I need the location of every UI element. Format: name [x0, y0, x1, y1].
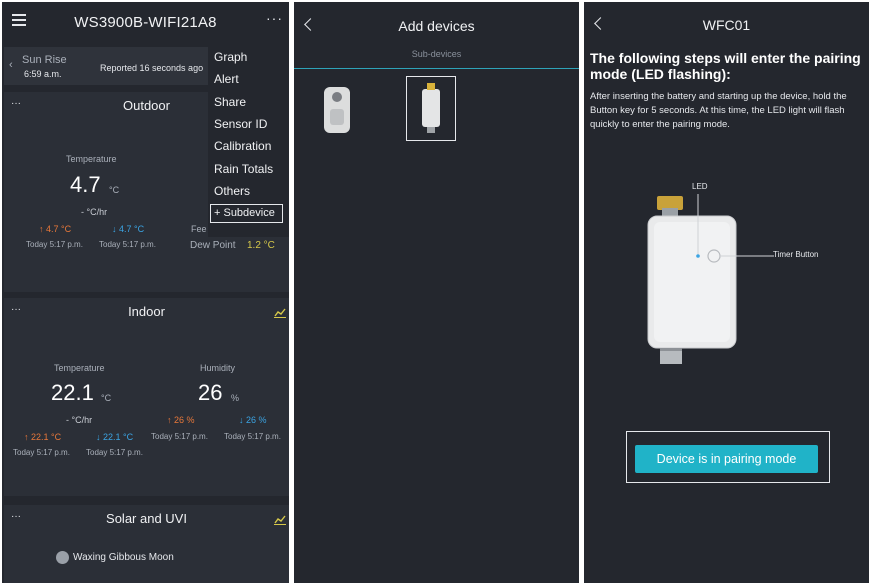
plug-device-icon[interactable]	[324, 87, 350, 133]
top-bar: WS3900B-WIFI21A8 ···	[2, 2, 289, 42]
menu-item-rain-totals[interactable]: Rain Totals	[214, 162, 273, 176]
indoor-temp-label: Temperature	[54, 363, 105, 373]
outdoor-high-time: Today 5:17 p.m.	[26, 240, 83, 249]
indoor-temp-high: ↑ 22.1 °C	[24, 432, 62, 442]
menu-item-calibration[interactable]: Calibration	[214, 139, 271, 153]
tab-underline	[294, 68, 579, 69]
indoor-low-time: Today 5:17 p.m.	[86, 448, 143, 457]
weather-station-panel: WS3900B-WIFI21A8 ··· ‹ Sun Rise 6:59 a.m…	[2, 2, 289, 583]
led-label: LED	[692, 182, 708, 191]
moon-phase-label: Waxing Gibbous Moon	[73, 552, 174, 563]
add-devices-title: Add devices	[398, 18, 475, 34]
indoor-card: ··· Indoor Temperature 22.1 °C Humidity …	[4, 298, 289, 496]
sunrise-label: Sun Rise	[22, 54, 67, 66]
outdoor-temp-label: Temperature	[66, 154, 117, 164]
valve-device-icon	[422, 83, 440, 133]
humidity-label: Humidity	[200, 363, 236, 373]
sub-devices-tab[interactable]: Sub-devices	[294, 49, 579, 59]
valve-device-illustration	[647, 194, 774, 364]
humidity-high-time: Today 5:17 p.m.	[151, 432, 208, 441]
menu-item-graph[interactable]: Graph	[214, 50, 247, 64]
outdoor-temp-unit: °C	[109, 185, 120, 195]
valve-device-tile[interactable]	[406, 76, 456, 141]
menu-item-share[interactable]: Share	[214, 95, 246, 109]
options-menu: Graph Alert Share Sensor ID Calibration …	[208, 43, 289, 237]
pairing-description: After inserting the battery and starting…	[590, 91, 847, 130]
humidity-value: 26	[198, 380, 223, 405]
indoor-high-time: Today 5:17 p.m.	[13, 448, 70, 457]
menu-item-others[interactable]: Others	[214, 184, 250, 198]
more-options-icon[interactable]: ···	[266, 10, 283, 26]
indoor-title: Indoor	[128, 304, 165, 319]
menu-item-subdevice[interactable]: + Subdevice	[210, 204, 283, 223]
humidity-low-time: Today 5:17 p.m.	[224, 432, 281, 441]
dew-point-value: 1.2 °C	[247, 240, 275, 251]
pairing-mode-button[interactable]: Device is in pairing mode	[635, 445, 818, 473]
station-title: WS3900B-WIFI21A8	[74, 14, 217, 31]
reported-status: Reported 16 seconds ago	[100, 63, 204, 73]
dew-point-label: Dew Point	[190, 240, 236, 251]
sunrise-time: 6:59 a.m.	[24, 69, 62, 79]
outdoor-temp-high: ↑ 4.7 °C	[39, 224, 72, 234]
indoor-temp-value: 22.1	[51, 380, 94, 405]
indoor-temp-unit: °C	[101, 393, 112, 403]
menu-item-alert[interactable]: Alert	[214, 72, 239, 86]
indoor-temp-low: ↓ 22.1 °C	[96, 432, 134, 442]
device-title: WFC01	[702, 17, 751, 33]
solar-chart-icon[interactable]	[274, 515, 286, 525]
outdoor-temp-rate: - °C/hr	[81, 207, 108, 217]
indoor-chart-icon[interactable]	[274, 308, 286, 318]
menu-item-sensor-id[interactable]: Sensor ID	[214, 117, 267, 131]
indoor-temp-rate: - °C/hr	[66, 415, 93, 425]
pairing-heading: The following steps will enter the pairi…	[590, 50, 861, 82]
humidity-low: ↓ 26 %	[239, 415, 267, 425]
timer-button-label: Timer Button	[773, 250, 819, 259]
add-devices-panel: Add devices Sub-devices	[294, 2, 579, 583]
outdoor-temp-low: ↓ 4.7 °C	[112, 224, 145, 234]
outdoor-low-time: Today 5:17 p.m.	[99, 240, 156, 249]
humidity-unit: %	[231, 393, 240, 403]
humidity-high: ↑ 26 %	[167, 415, 195, 425]
feels-like-label: Fee	[191, 224, 207, 234]
moon-phase-icon	[56, 551, 69, 564]
pairing-panel: WFC01 The following steps will enter the…	[584, 2, 869, 583]
chevron-left-icon[interactable]: ‹	[9, 59, 13, 71]
pairing-button-frame: Device is in pairing mode	[626, 431, 830, 483]
solar-card: ··· Solar and UVI	[4, 505, 289, 583]
outdoor-temp-value: 4.7	[70, 172, 101, 197]
solar-title: Solar and UVI	[106, 511, 187, 526]
